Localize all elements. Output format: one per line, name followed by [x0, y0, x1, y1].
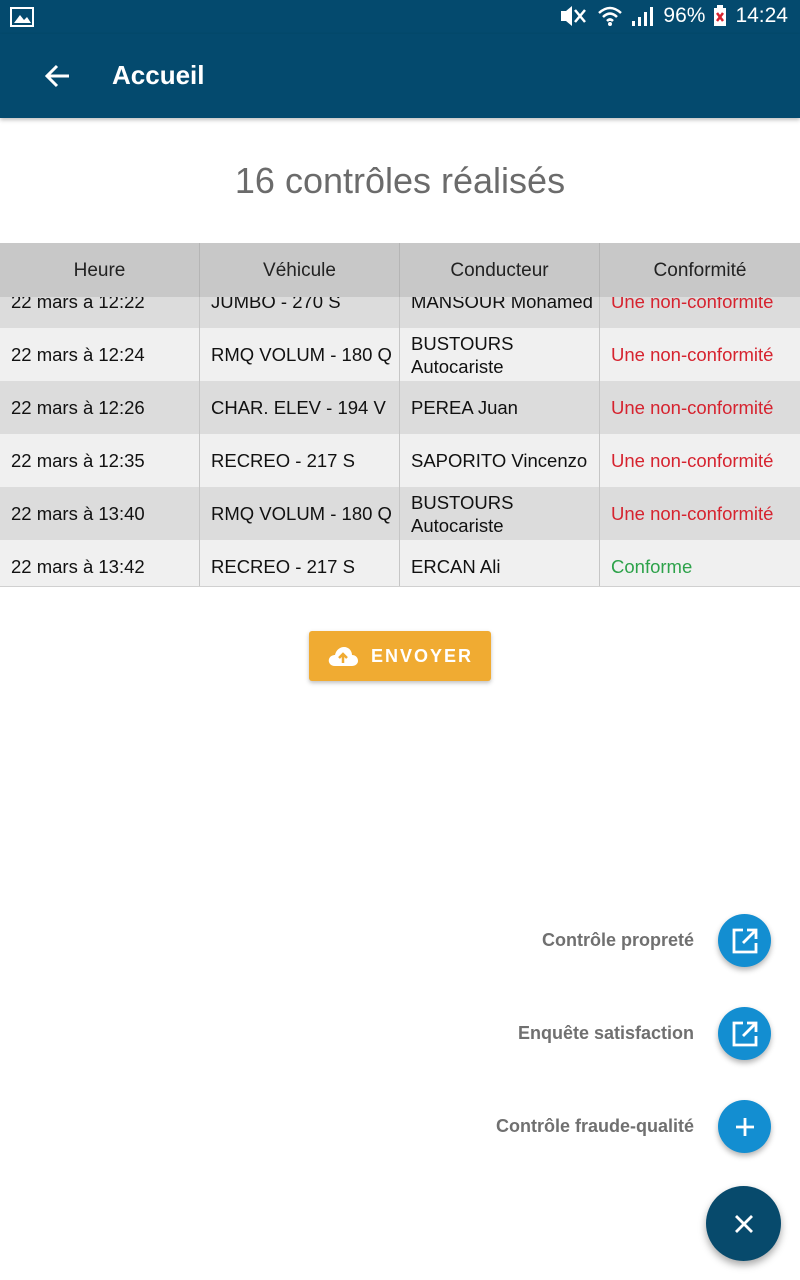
column-header-vehicule[interactable]: Véhicule: [200, 243, 400, 297]
clock: 14:24: [735, 4, 788, 27]
table-row[interactable]: 22 mars à 13:42 RECREO - 217 S ERCAN Ali…: [0, 540, 800, 586]
cell-heure: 22 mars à 12:35: [0, 434, 200, 487]
table-body: 22 mars à 12:22 JUMBO - 270 S MANSOUR Mo…: [0, 275, 800, 586]
cloud-upload-icon: [328, 647, 358, 666]
enquete-satisfaction-button[interactable]: [718, 1007, 771, 1060]
cell-heure: 22 mars à 13:40: [0, 487, 200, 540]
close-icon: [734, 1214, 753, 1233]
table-header: Heure Véhicule Conducteur Conformité: [0, 243, 800, 297]
table-row[interactable]: 22 mars à 13:40 RMQ VOLUM - 180 Q BUSTOU…: [0, 487, 800, 540]
cell-vehicule: RECREO - 217 S: [200, 540, 400, 586]
cell-vehicule: RMQ VOLUM - 180 Q: [200, 487, 400, 540]
controle-proprete-button[interactable]: [718, 914, 771, 967]
open-in-new-icon: [732, 1021, 757, 1046]
cell-conformite: Conforme: [611, 556, 693, 577]
send-button[interactable]: ENVOYER: [309, 631, 491, 681]
fab-label-controle-fraude-qualite[interactable]: Contrôle fraude-qualité: [496, 1116, 694, 1137]
cell-heure: 22 mars à 12:24: [0, 328, 200, 381]
controle-fraude-qualite-button[interactable]: [718, 1100, 771, 1153]
cell-vehicule: CHAR. ELEV - 194 V: [200, 381, 400, 434]
battery-icon: [713, 5, 727, 27]
table-row[interactable]: 22 mars à 12:35 RECREO - 217 S SAPORITO …: [0, 434, 800, 487]
app-title: Accueil: [112, 60, 205, 90]
back-button[interactable]: [34, 54, 82, 98]
cell-conducteur: ERCAN Ali: [400, 540, 600, 586]
cell-heure: 22 mars à 13:42: [0, 540, 200, 586]
cell-heure: 22 mars à 12:26: [0, 381, 200, 434]
column-header-heure[interactable]: Heure: [0, 243, 200, 297]
cell-conducteur: BUSTOURS Autocariste: [400, 328, 600, 381]
status-icons: 96% 14:24: [557, 4, 788, 28]
arrow-back-icon: [45, 64, 69, 88]
table-row[interactable]: 22 mars à 12:26 CHAR. ELEV - 194 V PEREA…: [0, 381, 800, 434]
cell-conducteur: SAPORITO Vincenzo: [400, 434, 600, 487]
cell-conformite: Une non-conformité: [611, 503, 774, 524]
wifi-icon: [597, 5, 623, 27]
app-bar: Accueil: [0, 34, 800, 118]
cell-conducteur: PEREA Juan: [400, 381, 600, 434]
cell-conformite: Une non-conformité: [611, 397, 774, 418]
signal-icon: [631, 5, 655, 27]
column-header-conformite[interactable]: Conformité: [600, 243, 800, 297]
table-row[interactable]: 22 mars à 12:24 RMQ VOLUM - 180 Q BUSTOU…: [0, 328, 800, 381]
fab-label-enquete-satisfaction[interactable]: Enquête satisfaction: [518, 1023, 694, 1044]
cell-vehicule: RECREO - 217 S: [200, 434, 400, 487]
cell-conformite: Une non-conformité: [611, 344, 774, 365]
cell-vehicule: RMQ VOLUM - 180 Q: [200, 328, 400, 381]
battery-percentage: 96%: [663, 4, 706, 27]
column-header-conducteur[interactable]: Conducteur: [400, 243, 600, 297]
status-bar: 96% 14:24: [0, 0, 800, 34]
mute-icon: [557, 5, 589, 27]
plus-icon: [735, 1117, 754, 1136]
send-button-label: ENVOYER: [370, 645, 474, 666]
open-in-new-icon: [732, 928, 757, 953]
controls-table[interactable]: Heure Véhicule Conducteur Conformité 22 …: [0, 243, 800, 587]
page-title: 16 contrôles réalisés: [234, 160, 566, 201]
cell-conducteur: BUSTOURS Autocariste: [400, 487, 600, 540]
cell-conformite: Une non-conformité: [611, 450, 774, 471]
image-notification-icon: [10, 7, 34, 32]
fab-label-controle-proprete[interactable]: Contrôle propreté: [542, 930, 694, 951]
fab-close-button[interactable]: [706, 1186, 781, 1261]
